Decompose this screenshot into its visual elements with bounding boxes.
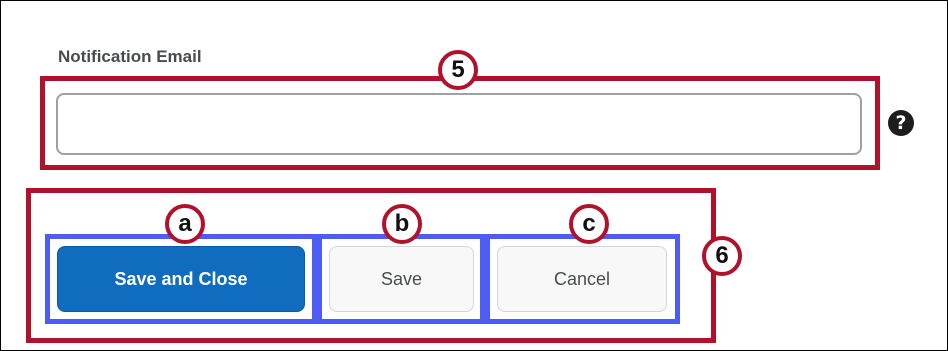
notification-email-input[interactable] — [56, 93, 862, 155]
cancel-button[interactable]: Cancel — [497, 246, 667, 312]
callout-badge-b: b — [382, 204, 422, 244]
callout-badge-6: 6 — [702, 236, 742, 276]
save-and-close-button[interactable]: Save and Close — [57, 246, 305, 312]
callout-badge-c: c — [569, 204, 609, 244]
callout-badge-a: a — [165, 204, 205, 244]
notification-email-label: Notification Email — [58, 47, 202, 66]
help-icon[interactable]: ? — [888, 110, 914, 136]
callout-badge-5: 5 — [438, 50, 478, 90]
save-button[interactable]: Save — [329, 246, 474, 312]
